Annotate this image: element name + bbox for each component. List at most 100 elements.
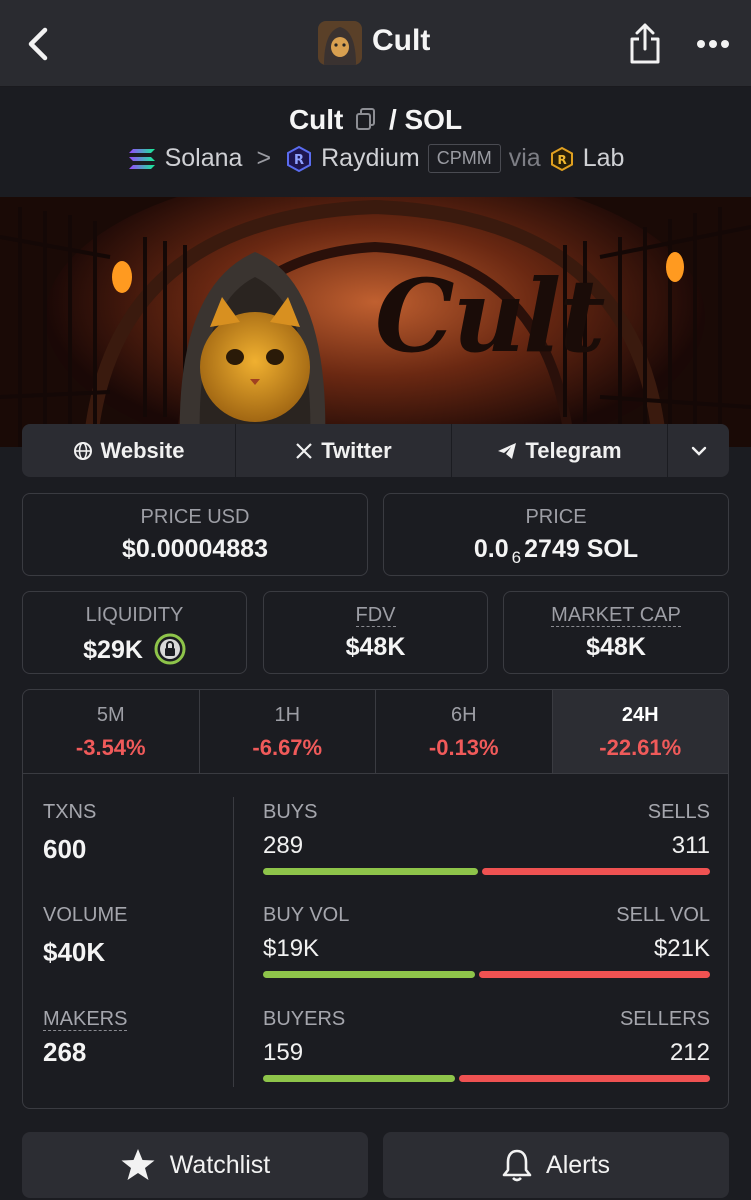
copy-address-button[interactable] [355, 106, 377, 138]
sells-value: 311 [671, 832, 710, 859]
top-bar: Cult [0, 0, 751, 87]
chevron-down-icon [691, 446, 706, 456]
txns-stat: TXNS 600 [43, 801, 96, 865]
price-native-rest: 2749 SOL [524, 535, 639, 563]
makers-stat: MAKERS 268 [43, 1008, 128, 1068]
base-symbol: Cult [288, 104, 344, 135]
volume-label: VOLUME [43, 904, 128, 926]
telegram-icon [498, 442, 517, 459]
launchpad-link[interactable]: Lab [583, 144, 625, 173]
website-button[interactable]: Website [22, 424, 236, 477]
share-button[interactable] [622, 18, 668, 68]
tab-change: -0.13% [428, 735, 499, 760]
x-twitter-icon [296, 442, 313, 459]
more-options-button[interactable] [690, 24, 736, 64]
liquidity-value-row: $29K [23, 633, 246, 665]
lock-icon[interactable] [154, 633, 186, 665]
token-avatar [318, 21, 362, 65]
sells-bar-fill [482, 868, 710, 875]
makers-value: 268 [43, 1037, 87, 1067]
market-cap-card: MARKET CAP $48K [503, 591, 729, 674]
bell-icon [502, 1149, 532, 1182]
buyers-sellers-stat: BUYERS SELLERS 159 212 [263, 1008, 710, 1082]
buy-vol-bar-fill [263, 971, 476, 978]
buys-label: BUYS [263, 801, 318, 823]
fdv-value: $48K [345, 633, 406, 661]
launchpad-icon: R [550, 146, 573, 171]
tab-label: 5M [96, 704, 125, 726]
buy-sell-volume-stat: BUY VOL SELL VOL $19K $21K [263, 904, 710, 978]
buy-vol-value: $19K [263, 935, 320, 962]
copy-icon [356, 107, 376, 130]
dex-link[interactable]: Raydium [321, 144, 420, 173]
share-icon [630, 23, 660, 64]
svg-text:R: R [294, 153, 304, 168]
price-usd-card: PRICE USD $0.00004883 [22, 493, 368, 576]
chain-link[interactable]: Solana [165, 144, 243, 173]
sell-vol-value: $21K [653, 935, 710, 962]
solana-icon [128, 148, 155, 169]
tab-5m[interactable]: 5M -3.54% [23, 690, 200, 773]
buys-bar-fill [263, 868, 479, 875]
price-native-card: PRICE 0.0 6 2749 SOL [383, 493, 729, 576]
breadcrumb-chevron-icon: > [256, 144, 272, 172]
alerts-button[interactable]: Alerts [383, 1132, 729, 1198]
txns-label: TXNS [43, 801, 97, 823]
back-button[interactable] [18, 22, 58, 66]
tab-6h[interactable]: 6H -0.13% [376, 690, 553, 773]
twitter-button[interactable]: Twitter [236, 424, 452, 477]
more-links-button[interactable] [668, 424, 729, 477]
tab-1h[interactable]: 1H -6.67% [200, 690, 376, 773]
buy-vol-label: BUY VOL [263, 904, 350, 926]
price-native-zero-count: 6 [511, 548, 522, 567]
fdv-label[interactable]: FDV [355, 604, 396, 627]
buyers-bar [263, 1075, 710, 1082]
pair-header: Cult / SOL Solana > R Raydium CPMM via R… [0, 88, 751, 197]
sell-vol-bar-fill [479, 971, 710, 978]
chevron-left-icon [28, 27, 48, 61]
fdv-card: FDV $48K [263, 591, 488, 674]
makers-label[interactable]: MAKERS [43, 1008, 128, 1031]
twitter-label: Twitter [321, 437, 392, 463]
watchlist-button[interactable]: Watchlist [22, 1132, 368, 1198]
liquidity-card: LIQUIDITY $29K [22, 591, 247, 674]
tab-24h[interactable]: 24H -22.61% [552, 690, 728, 773]
svg-text:R: R [557, 153, 566, 167]
price-native-value: 0.0 6 2749 SOL [384, 535, 728, 568]
pool-type-badge: CPMM [427, 144, 501, 173]
sell-vol-label: SELL VOL [616, 904, 710, 926]
tab-change: -22.61% [599, 735, 682, 760]
sellers-value: 212 [669, 1039, 710, 1066]
txns-value: 600 [43, 834, 87, 864]
buyers-value: 159 [263, 1039, 304, 1066]
chain-breadcrumb: Solana > R Raydium CPMM via R Lab [0, 144, 751, 173]
telegram-button[interactable]: Telegram [452, 424, 668, 477]
banner-title: Cult [375, 257, 605, 375]
price-native-prefix: 0.0 [473, 535, 509, 563]
tab-label: 24H [621, 704, 659, 726]
liquidity-label: LIQUIDITY [85, 604, 184, 626]
volume-bar [263, 971, 710, 978]
tab-change: -3.54% [75, 735, 146, 760]
market-cap-label[interactable]: MARKET CAP [551, 604, 681, 627]
sellers-label: SELLERS [619, 1008, 710, 1030]
liquidity-value: $29K [83, 636, 143, 664]
pair-separator: / [388, 104, 405, 135]
volume-stat: VOLUME $40K [43, 904, 127, 968]
globe-icon [73, 441, 92, 460]
via-label: via [508, 144, 541, 172]
buyers-bar-fill [263, 1075, 455, 1082]
watchlist-label: Watchlist [169, 1150, 271, 1179]
market-cap-value: $48K [586, 633, 646, 661]
price-native-label: PRICE [525, 506, 587, 528]
buys-sells-bar [263, 868, 710, 875]
alerts-label: Alerts [546, 1150, 610, 1179]
token-title: Cult [372, 24, 431, 57]
price-usd-label: PRICE USD [140, 506, 250, 528]
price-usd-value: $0.00004883 [122, 535, 268, 563]
column-divider [233, 797, 234, 1087]
social-links-bar: Website Twitter Telegram [22, 424, 729, 477]
buys-value: 289 [263, 832, 304, 859]
raydium-icon: R [287, 145, 312, 172]
sellers-bar-fill [458, 1075, 710, 1082]
